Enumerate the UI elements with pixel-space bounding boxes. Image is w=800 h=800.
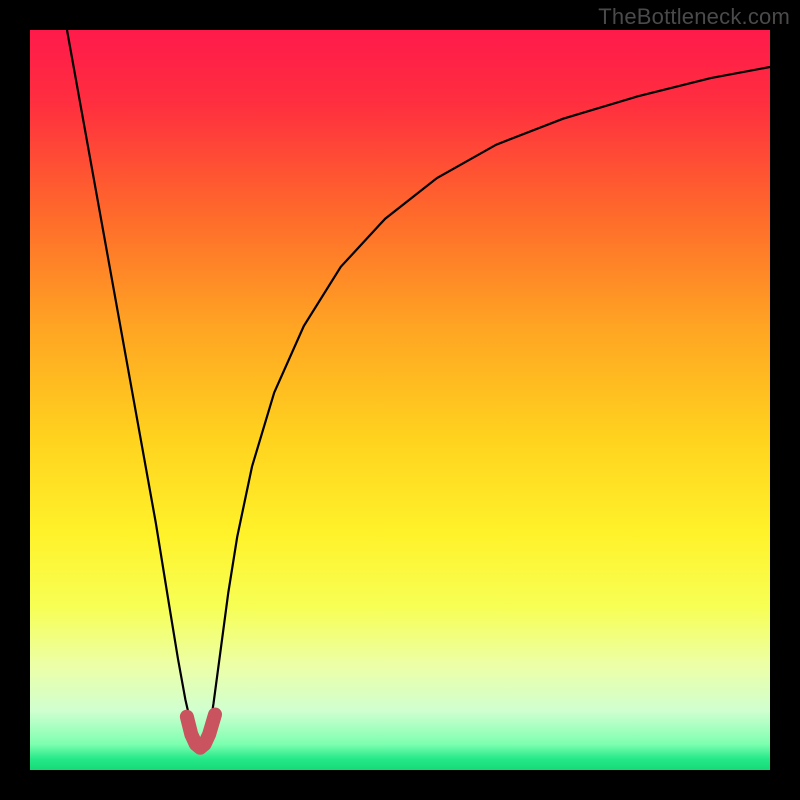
watermark-text: TheBottleneck.com	[598, 4, 790, 30]
outer-frame: TheBottleneck.com	[0, 0, 800, 800]
gradient-background	[30, 30, 770, 770]
plot-area	[30, 30, 770, 770]
chart-svg	[30, 30, 770, 770]
